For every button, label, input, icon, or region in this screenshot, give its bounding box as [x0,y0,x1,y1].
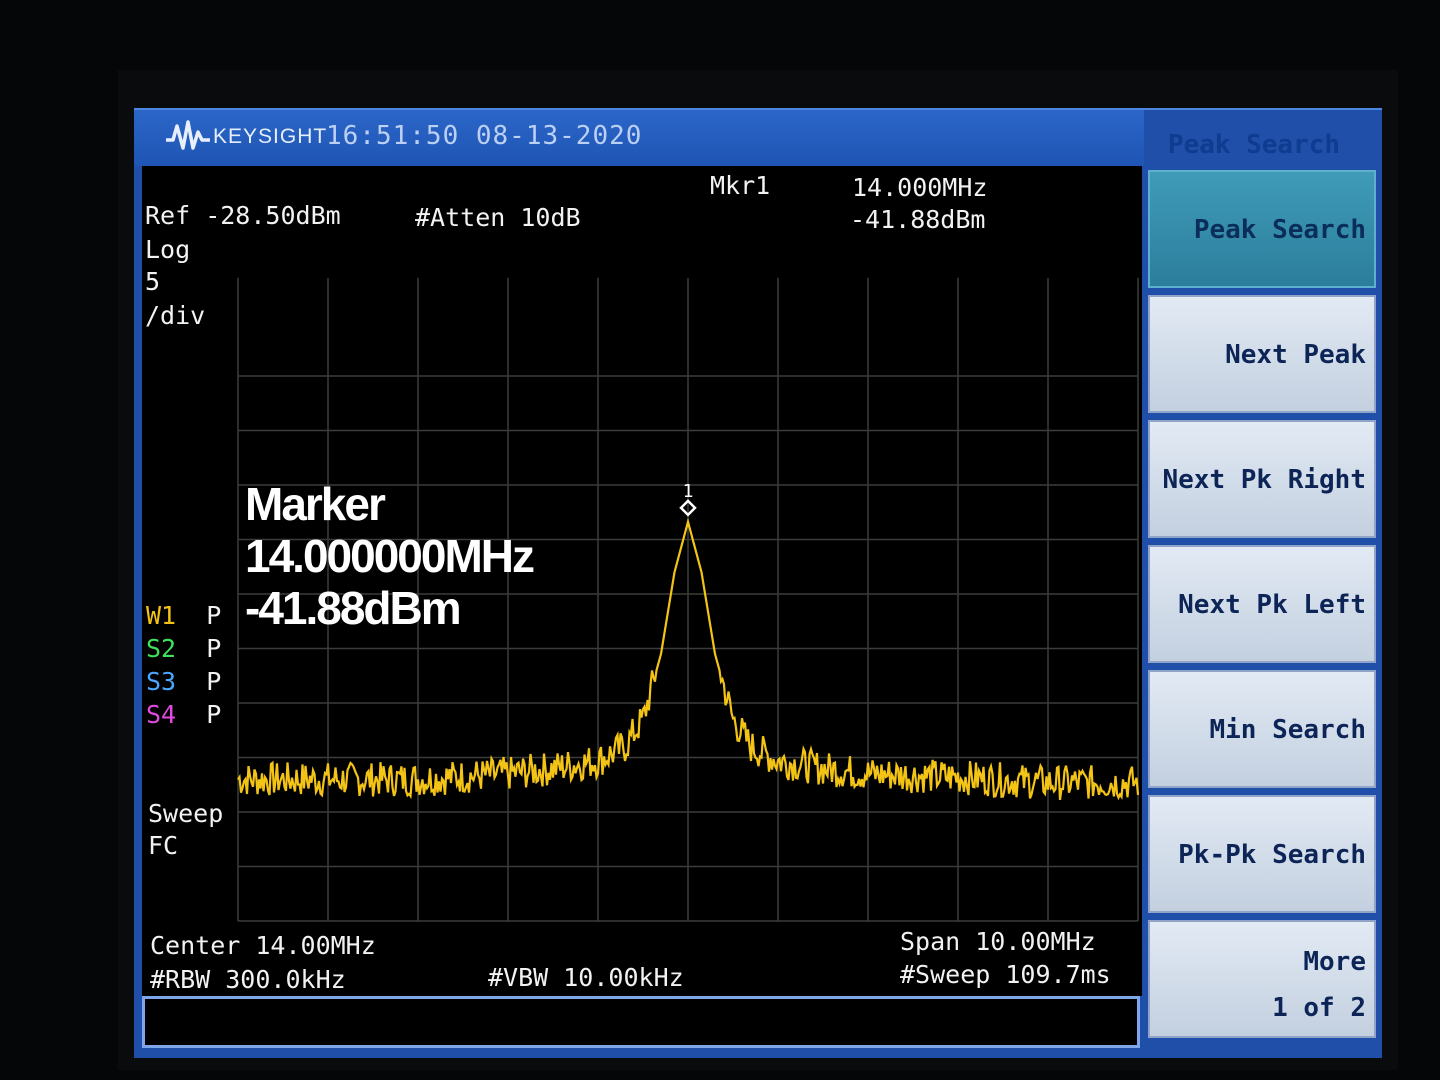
softkey-sublabel: 1 of 2 [1272,993,1366,1023]
brand-name: KEYSIGHT [213,125,328,148]
scale-unit: /div [145,301,206,330]
trace-id: S4 [146,700,177,729]
trace-s3: S3 P [146,666,221,698]
softkey-min-search[interactable]: Min Search [1148,670,1376,788]
marker-readout-amplitude: -41.88dBm [245,582,462,634]
trace-mode: P [176,634,222,663]
marker-frequency: 14.000MHz [852,173,988,202]
marker-readout: Marker 14.000000MHz -41.88dBm [245,478,535,634]
softkey-label: Peak Search [1193,215,1366,245]
menu-title: Peak Search [1167,130,1340,160]
message-bar [142,996,1140,1048]
softkey-label: Next Pk Right [1162,465,1367,495]
marker-label: Mkr1 [710,171,771,200]
sweep-time: #Sweep 109.7ms [900,960,1111,989]
trace-mode: P [176,700,222,729]
center-frequency: Center 14.00MHz [150,931,376,960]
scale-type: Log [145,235,191,264]
softkey-label: Next Pk Left [1178,590,1366,620]
marker-readout-frequency: 14.000000MHz [245,530,535,582]
trace-id: S2 [146,634,177,663]
softkey-label: Next Peak [1225,340,1366,370]
trace-mode: P [176,667,222,696]
softkey-peak-search[interactable]: Peak Search [1148,170,1376,288]
trace-w1: W1 P [146,600,221,632]
trace-id: S3 [146,667,177,696]
softkey-pk-pk-search[interactable]: Pk-Pk Search [1148,795,1376,913]
softkey-more[interactable]: More 1 of 2 [1148,920,1376,1038]
marker-amplitude: -41.88dBm [850,205,986,234]
trace-s2: S2 P [146,633,221,665]
vbw: #VBW 10.00kHz [488,963,684,992]
span: Span 10.00MHz [900,927,1096,956]
ref-level: Ref -28.50dBm [145,201,341,230]
softkey-next-pk-left[interactable]: Next Pk Left [1148,545,1376,663]
keysight-logo-icon [166,120,210,150]
sweep-mode: FC [148,831,179,860]
date-time: 16:51:50 08-13-2020 [326,121,643,151]
marker-readout-title: Marker [245,478,386,530]
softkey-next-peak[interactable]: Next Peak [1148,295,1376,413]
trace-s4: S4 P [146,699,221,731]
rbw: #RBW 300.0kHz [150,965,346,994]
marker-1-number: 1 [683,481,694,502]
softkey-next-pk-right[interactable]: Next Pk Right [1148,420,1376,538]
softkey-label: Min Search [1209,715,1366,745]
trace-id: W1 [146,601,177,630]
scale-value: 5 [145,267,161,296]
attenuation: #Atten 10dB [415,203,581,232]
softkey-label: More [1303,947,1366,977]
softkey-label: Pk-Pk Search [1178,840,1366,870]
sweep-label: Sweep [148,799,224,828]
trace-mode: P [176,601,222,630]
